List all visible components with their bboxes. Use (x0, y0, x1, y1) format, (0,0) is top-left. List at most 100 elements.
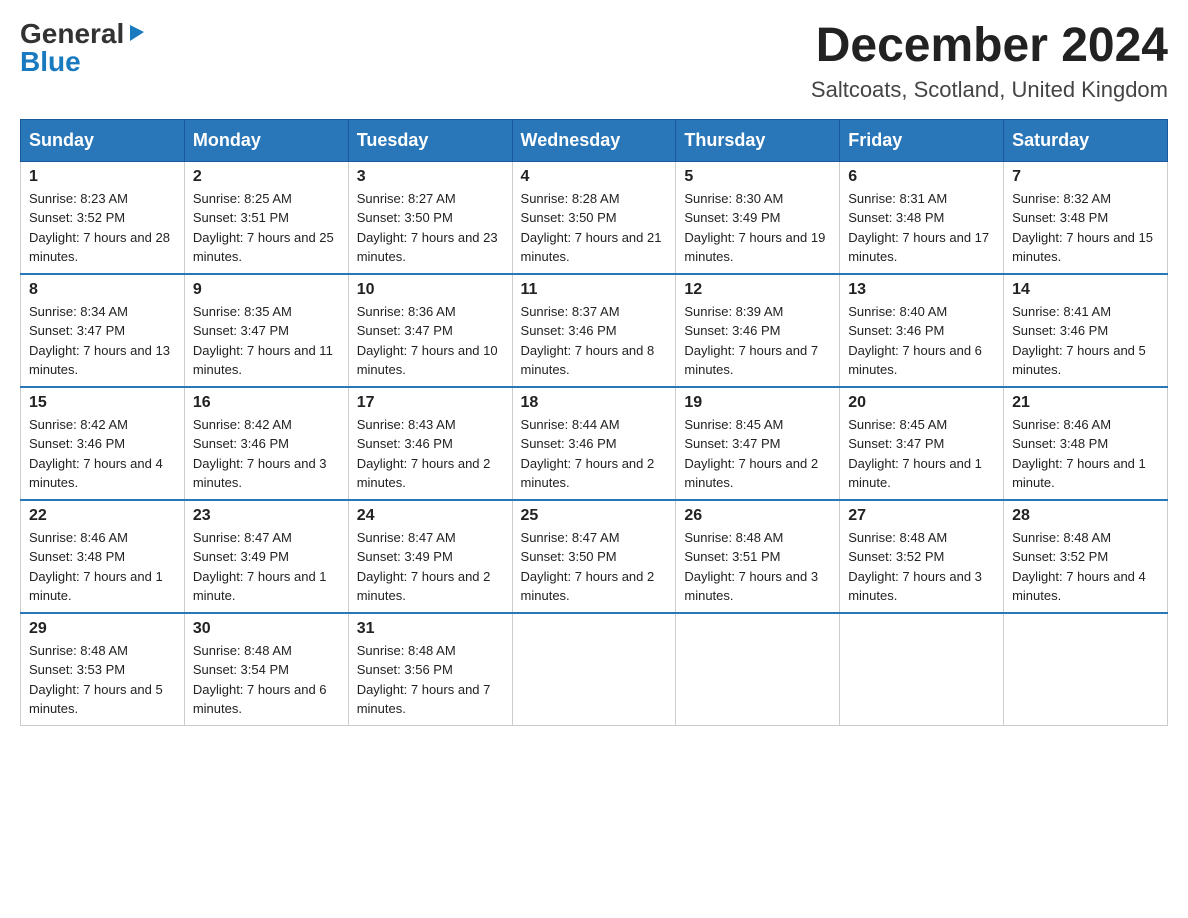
day-info: Sunrise: 8:42 AM Sunset: 3:46 PM Dayligh… (193, 415, 340, 493)
table-row: 18 Sunrise: 8:44 AM Sunset: 3:46 PM Dayl… (512, 387, 676, 500)
day-number: 23 (193, 507, 340, 525)
table-row: 6 Sunrise: 8:31 AM Sunset: 3:48 PM Dayli… (840, 161, 1004, 274)
day-number: 29 (29, 620, 176, 638)
day-number: 2 (193, 168, 340, 186)
day-info: Sunrise: 8:42 AM Sunset: 3:46 PM Dayligh… (29, 415, 176, 493)
day-number: 31 (357, 620, 504, 638)
day-info: Sunrise: 8:31 AM Sunset: 3:48 PM Dayligh… (848, 189, 995, 267)
table-row: 29 Sunrise: 8:48 AM Sunset: 3:53 PM Dayl… (21, 613, 185, 726)
table-row: 10 Sunrise: 8:36 AM Sunset: 3:47 PM Dayl… (348, 274, 512, 387)
header-saturday: Saturday (1004, 119, 1168, 161)
day-info: Sunrise: 8:36 AM Sunset: 3:47 PM Dayligh… (357, 302, 504, 380)
day-info: Sunrise: 8:47 AM Sunset: 3:49 PM Dayligh… (193, 528, 340, 606)
day-number: 11 (521, 281, 668, 299)
day-info: Sunrise: 8:48 AM Sunset: 3:53 PM Dayligh… (29, 641, 176, 719)
day-number: 30 (193, 620, 340, 638)
day-info: Sunrise: 8:37 AM Sunset: 3:46 PM Dayligh… (521, 302, 668, 380)
day-info: Sunrise: 8:35 AM Sunset: 3:47 PM Dayligh… (193, 302, 340, 380)
day-number: 17 (357, 394, 504, 412)
day-number: 27 (848, 507, 995, 525)
day-info: Sunrise: 8:45 AM Sunset: 3:47 PM Dayligh… (848, 415, 995, 493)
day-number: 15 (29, 394, 176, 412)
day-number: 10 (357, 281, 504, 299)
table-row: 11 Sunrise: 8:37 AM Sunset: 3:46 PM Dayl… (512, 274, 676, 387)
table-row: 22 Sunrise: 8:46 AM Sunset: 3:48 PM Dayl… (21, 500, 185, 613)
table-row: 25 Sunrise: 8:47 AM Sunset: 3:50 PM Dayl… (512, 500, 676, 613)
day-number: 12 (684, 281, 831, 299)
table-row: 23 Sunrise: 8:47 AM Sunset: 3:49 PM Dayl… (184, 500, 348, 613)
table-row: 14 Sunrise: 8:41 AM Sunset: 3:46 PM Dayl… (1004, 274, 1168, 387)
table-row: 1 Sunrise: 8:23 AM Sunset: 3:52 PM Dayli… (21, 161, 185, 274)
table-row: 15 Sunrise: 8:42 AM Sunset: 3:46 PM Dayl… (21, 387, 185, 500)
day-number: 5 (684, 168, 831, 186)
table-row (1004, 613, 1168, 726)
day-number: 21 (1012, 394, 1159, 412)
day-info: Sunrise: 8:48 AM Sunset: 3:56 PM Dayligh… (357, 641, 504, 719)
logo-blue-text: Blue (20, 48, 81, 76)
header-friday: Friday (840, 119, 1004, 161)
table-row: 24 Sunrise: 8:47 AM Sunset: 3:49 PM Dayl… (348, 500, 512, 613)
day-number: 24 (357, 507, 504, 525)
day-info: Sunrise: 8:30 AM Sunset: 3:49 PM Dayligh… (684, 189, 831, 267)
table-row: 9 Sunrise: 8:35 AM Sunset: 3:47 PM Dayli… (184, 274, 348, 387)
header-monday: Monday (184, 119, 348, 161)
day-info: Sunrise: 8:32 AM Sunset: 3:48 PM Dayligh… (1012, 189, 1159, 267)
day-number: 8 (29, 281, 176, 299)
day-info: Sunrise: 8:48 AM Sunset: 3:51 PM Dayligh… (684, 528, 831, 606)
day-number: 20 (848, 394, 995, 412)
calendar-week-row: 15 Sunrise: 8:42 AM Sunset: 3:46 PM Dayl… (21, 387, 1168, 500)
day-number: 26 (684, 507, 831, 525)
day-number: 19 (684, 394, 831, 412)
calendar-week-row: 8 Sunrise: 8:34 AM Sunset: 3:47 PM Dayli… (21, 274, 1168, 387)
logo-general-row: General (20, 20, 148, 48)
table-row: 7 Sunrise: 8:32 AM Sunset: 3:48 PM Dayli… (1004, 161, 1168, 274)
day-number: 18 (521, 394, 668, 412)
day-info: Sunrise: 8:34 AM Sunset: 3:47 PM Dayligh… (29, 302, 176, 380)
day-number: 4 (521, 168, 668, 186)
day-info: Sunrise: 8:47 AM Sunset: 3:49 PM Dayligh… (357, 528, 504, 606)
calendar-week-row: 22 Sunrise: 8:46 AM Sunset: 3:48 PM Dayl… (21, 500, 1168, 613)
day-info: Sunrise: 8:27 AM Sunset: 3:50 PM Dayligh… (357, 189, 504, 267)
calendar-week-row: 1 Sunrise: 8:23 AM Sunset: 3:52 PM Dayli… (21, 161, 1168, 274)
table-row: 19 Sunrise: 8:45 AM Sunset: 3:47 PM Dayl… (676, 387, 840, 500)
table-row: 4 Sunrise: 8:28 AM Sunset: 3:50 PM Dayli… (512, 161, 676, 274)
calendar-header-row: Sunday Monday Tuesday Wednesday Thursday… (21, 119, 1168, 161)
day-info: Sunrise: 8:48 AM Sunset: 3:54 PM Dayligh… (193, 641, 340, 719)
day-number: 14 (1012, 281, 1159, 299)
day-info: Sunrise: 8:25 AM Sunset: 3:51 PM Dayligh… (193, 189, 340, 267)
day-number: 13 (848, 281, 995, 299)
table-row (840, 613, 1004, 726)
calendar-table: Sunday Monday Tuesday Wednesday Thursday… (20, 119, 1168, 726)
table-row: 26 Sunrise: 8:48 AM Sunset: 3:51 PM Dayl… (676, 500, 840, 613)
table-row: 5 Sunrise: 8:30 AM Sunset: 3:49 PM Dayli… (676, 161, 840, 274)
table-row (512, 613, 676, 726)
day-number: 28 (1012, 507, 1159, 525)
table-row: 8 Sunrise: 8:34 AM Sunset: 3:47 PM Dayli… (21, 274, 185, 387)
logo-triangle-icon (126, 21, 148, 48)
header-thursday: Thursday (676, 119, 840, 161)
table-row: 17 Sunrise: 8:43 AM Sunset: 3:46 PM Dayl… (348, 387, 512, 500)
day-info: Sunrise: 8:43 AM Sunset: 3:46 PM Dayligh… (357, 415, 504, 493)
day-info: Sunrise: 8:23 AM Sunset: 3:52 PM Dayligh… (29, 189, 176, 267)
day-number: 22 (29, 507, 176, 525)
calendar-week-row: 29 Sunrise: 8:48 AM Sunset: 3:53 PM Dayl… (21, 613, 1168, 726)
header-wednesday: Wednesday (512, 119, 676, 161)
day-info: Sunrise: 8:41 AM Sunset: 3:46 PM Dayligh… (1012, 302, 1159, 380)
header-tuesday: Tuesday (348, 119, 512, 161)
table-row: 20 Sunrise: 8:45 AM Sunset: 3:47 PM Dayl… (840, 387, 1004, 500)
table-row: 12 Sunrise: 8:39 AM Sunset: 3:46 PM Dayl… (676, 274, 840, 387)
table-row: 3 Sunrise: 8:27 AM Sunset: 3:50 PM Dayli… (348, 161, 512, 274)
table-row: 31 Sunrise: 8:48 AM Sunset: 3:56 PM Dayl… (348, 613, 512, 726)
day-info: Sunrise: 8:28 AM Sunset: 3:50 PM Dayligh… (521, 189, 668, 267)
day-info: Sunrise: 8:39 AM Sunset: 3:46 PM Dayligh… (684, 302, 831, 380)
location-title: Saltcoats, Scotland, United Kingdom (811, 77, 1168, 103)
day-number: 6 (848, 168, 995, 186)
day-number: 3 (357, 168, 504, 186)
day-info: Sunrise: 8:48 AM Sunset: 3:52 PM Dayligh… (1012, 528, 1159, 606)
day-info: Sunrise: 8:45 AM Sunset: 3:47 PM Dayligh… (684, 415, 831, 493)
table-row: 27 Sunrise: 8:48 AM Sunset: 3:52 PM Dayl… (840, 500, 1004, 613)
table-row (676, 613, 840, 726)
day-info: Sunrise: 8:46 AM Sunset: 3:48 PM Dayligh… (1012, 415, 1159, 493)
day-number: 1 (29, 168, 176, 186)
title-area: December 2024 Saltcoats, Scotland, Unite… (811, 20, 1168, 103)
